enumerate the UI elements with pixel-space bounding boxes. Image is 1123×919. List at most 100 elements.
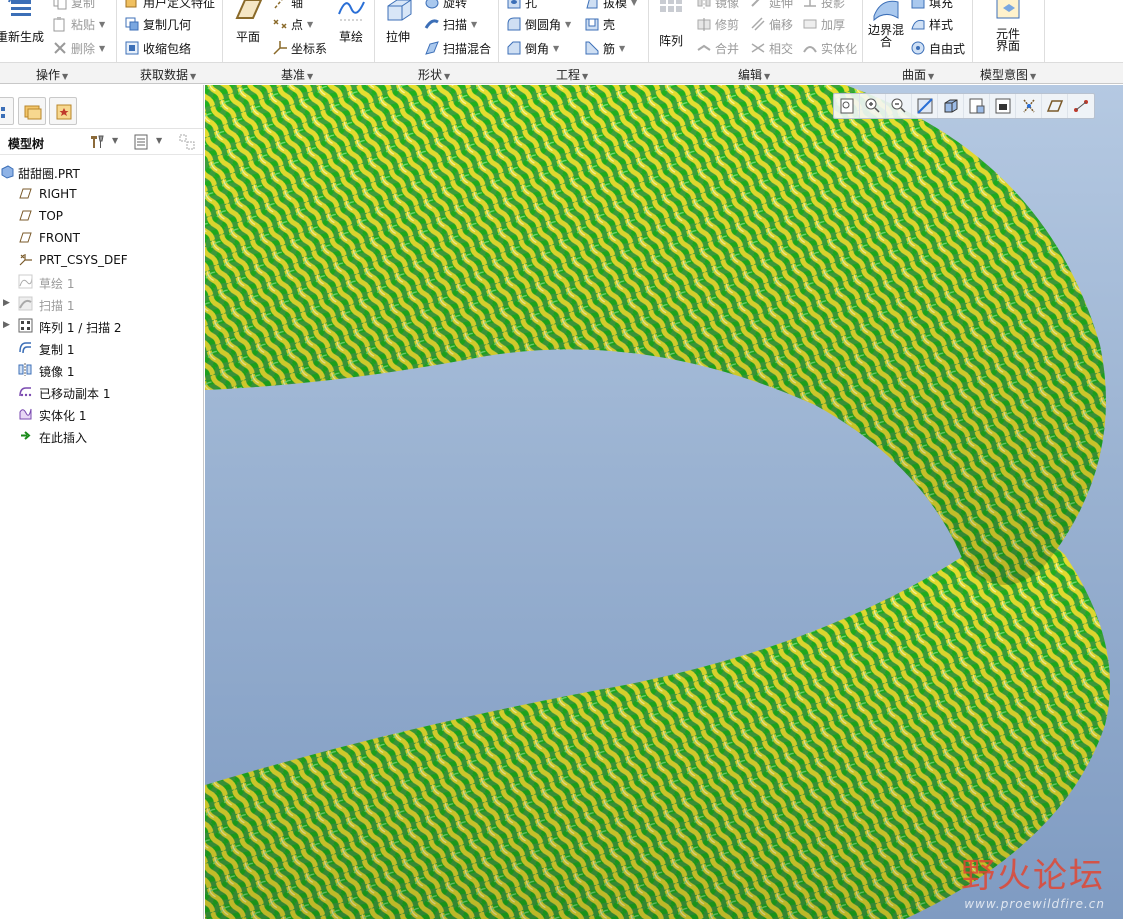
delete-dropdown-icon[interactable]: ▼ [99,44,105,53]
paste-dropdown-icon[interactable]: ▼ [99,20,105,29]
refit-button[interactable] [834,94,860,118]
copy-geometry-label: 复制几何 [143,17,192,32]
tree-item-sketch[interactable]: 草绘 1 [0,271,204,293]
trim-button[interactable]: 修剪 [696,14,739,34]
copy-label: 复制 [71,0,96,10]
hole-button[interactable]: 孔 [506,0,537,12]
boundary-blend-button[interactable]: 边界混合 [866,0,906,48]
fill-button[interactable]: 填充 [910,0,953,12]
mirror-button[interactable]: 镜像 [696,0,739,12]
group-operations[interactable]: 操作 ▼ [36,66,68,83]
tree-settings-button[interactable] [88,133,106,151]
project-button[interactable]: 投影 [802,0,845,12]
datum-display-button[interactable] [1016,94,1042,118]
revolve-icon [424,0,440,10]
draft-button[interactable]: 拔模 ▼ [584,0,637,12]
point-dropdown-icon[interactable]: ▼ [307,20,313,29]
tree-item-copy[interactable]: 复制 1 [0,337,204,359]
tree-item-top[interactable]: TOP [0,205,204,227]
group-get-data[interactable]: 获取数据 ▼ [140,66,196,83]
tree-item-pattern[interactable]: ▶ 阵列 1 / 扫描 2 [0,315,204,337]
revolve-button[interactable]: 旋转 [424,0,467,12]
pattern-button[interactable]: 阵列 [654,0,688,49]
tree-item-moved-copy[interactable]: 已移动副本 1 [0,381,204,403]
group-engineering-label: 工程 [556,68,581,82]
freestyle-button[interactable]: 自由式 [910,38,965,58]
tab-favorites[interactable] [49,97,77,125]
csys-button[interactable]: 坐标系 [272,38,327,58]
tab-model-tree[interactable] [0,97,14,125]
tree-item-sweep-1[interactable]: ▶ 扫描 1 [0,293,204,315]
thicken-button[interactable]: 加厚 [802,14,845,34]
display-style-button[interactable] [938,94,964,118]
extend-button[interactable]: 延伸 [750,0,793,12]
saved-views-button[interactable] [964,94,990,118]
paste-button[interactable]: 粘贴 ▼ [52,14,105,34]
component-interface-icon [993,0,1023,24]
axis-button[interactable]: 轴 [272,0,303,12]
copy-geometry-button[interactable]: 复制几何 [124,14,191,34]
chevron-down-icon[interactable]: ▼ [112,136,118,145]
udf-button[interactable]: 用户定义特征 [124,0,215,12]
intersect-button[interactable]: 相交 [750,38,793,58]
solidify-button[interactable]: 实体化 [802,38,857,58]
group-model-intent[interactable]: 模型意图 ▼ [980,66,1036,83]
tree-item-right[interactable]: RIGHT [0,183,204,205]
chevron-down-icon[interactable]: ▼ [156,136,162,145]
zoom-out-button[interactable] [886,94,912,118]
group-engineering[interactable]: 工程 ▼ [556,66,588,83]
tab-folder-browser[interactable] [18,97,46,125]
chamfer-dropdown-icon[interactable]: ▼ [553,44,559,53]
offset-button[interactable]: 偏移 [750,14,793,34]
sweep-dropdown-icon[interactable]: ▼ [471,20,477,29]
plane-button[interactable]: 平面 [228,0,268,45]
tree-item-front[interactable]: FRONT [0,227,204,249]
swept-blend-button[interactable]: 扫描混合 [424,38,491,58]
expand-arrow-icon[interactable]: ▶ [3,320,10,330]
group-editing[interactable]: 编辑 ▼ [738,66,770,83]
refit-icon [840,98,854,114]
zoom-in-button[interactable] [860,94,886,118]
group-datum[interactable]: 基准 ▼ [281,66,313,83]
style-button[interactable]: 样式 [910,14,953,34]
tree-item-mirror[interactable]: 镜像 1 [0,359,204,381]
sweep-button[interactable]: 扫描 ▼ [424,14,477,34]
rib-button[interactable]: 筋 ▼ [584,38,625,58]
shell-button[interactable]: 壳 [584,14,615,34]
copy-button[interactable]: 复制 [52,0,95,12]
spin-center-button[interactable] [1042,94,1068,118]
tree-item-csys[interactable]: PRT_CSYS_DEF [0,249,204,271]
woven-torus-model[interactable] [205,85,1123,919]
round-button[interactable]: 倒圆角 ▼ [506,14,571,34]
group-surfaces[interactable]: 曲面 ▼ [902,66,934,83]
component-interface-button[interactable]: 元件界面 [986,0,1030,52]
trim-label: 修剪 [715,17,740,32]
graphics-window[interactable]: 野火论坛 www.proewildfire.cn [205,85,1123,919]
regenerate-button[interactable]: 重新生成 [0,0,46,45]
draft-dropdown-icon[interactable]: ▼ [631,0,637,7]
point-button[interactable]: 点 ▼ [272,14,313,34]
sketch-button[interactable]: 草绘 [334,0,368,45]
favorites-icon [56,104,72,120]
view-manager-button[interactable] [990,94,1016,118]
expand-arrow-icon[interactable]: ▶ [3,298,10,308]
solidify-icon [18,406,33,421]
merge-button[interactable]: 合并 [696,38,739,58]
rib-dropdown-icon[interactable]: ▼ [619,44,625,53]
annotation-display-button[interactable] [1068,94,1094,118]
shrinkwrap-button[interactable]: 收缩包络 [124,38,191,58]
group-shapes[interactable]: 形状 ▼ [418,66,450,83]
extrude-button[interactable]: 拉伸 [381,0,415,45]
tree-item-part[interactable]: 甜甜圈.PRT [0,161,204,183]
show-button[interactable] [132,133,150,151]
tree-item-insert-here[interactable]: 在此插入 [0,425,204,447]
round-dropdown-icon[interactable]: ▼ [565,20,571,29]
tree-item-solidify[interactable]: 实体化 1 [0,403,204,425]
repaint-button[interactable] [912,94,938,118]
intersect-icon [750,40,766,56]
part-icon [0,164,15,179]
chamfer-button[interactable]: 倒角 ▼ [506,38,559,58]
delete-button[interactable]: 删除 ▼ [52,38,105,58]
filter-button[interactable] [178,133,196,151]
model-tree: 甜甜圈.PRT RIGHT TOP FRONT PRT_CSYS_DEF 草绘 … [0,161,204,447]
